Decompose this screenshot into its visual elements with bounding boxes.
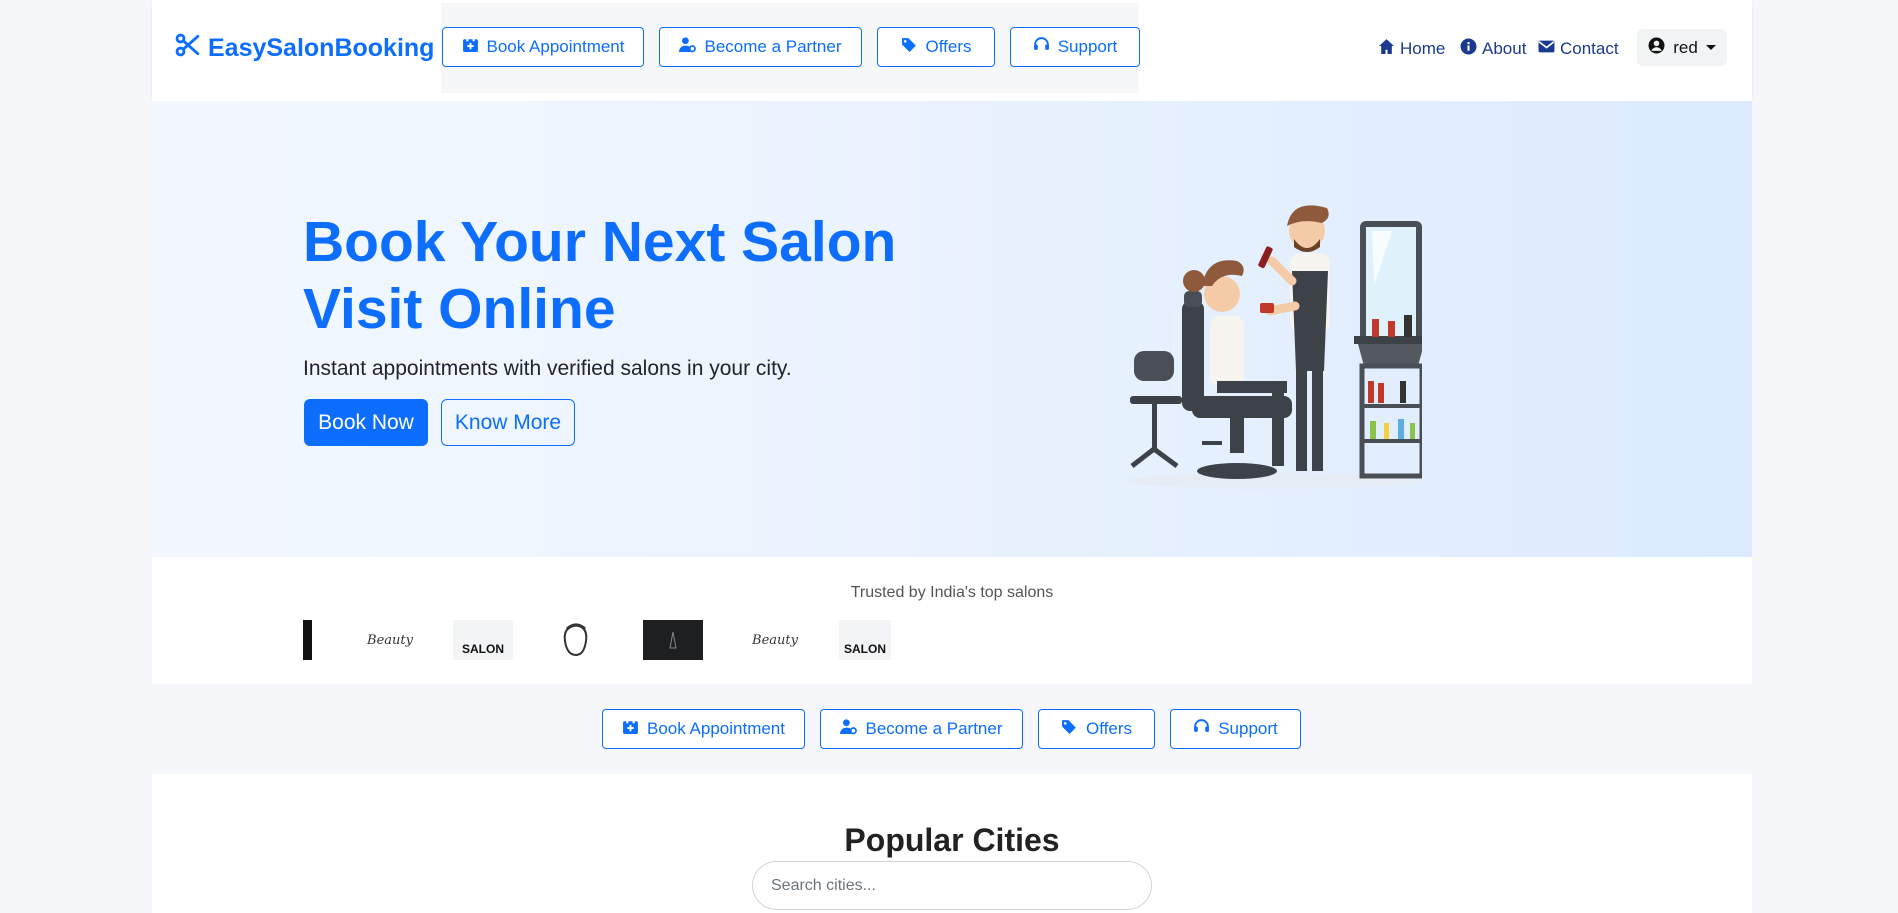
headset-icon	[1033, 36, 1050, 58]
hero-subtitle: Instant appointments with verified salon…	[303, 357, 792, 380]
user-dropdown[interactable]: red	[1637, 29, 1727, 66]
headset-icon	[1193, 718, 1210, 740]
partner-logo-dark	[643, 620, 703, 660]
book-appointment-button-2[interactable]: Book Appointment	[602, 709, 805, 749]
brand-name: EasySalonBooking	[208, 34, 435, 62]
user-gear-icon	[679, 36, 697, 58]
know-more-button[interactable]: Know More	[441, 399, 575, 446]
offers-button-2[interactable]: Offers	[1038, 709, 1155, 749]
calendar-plus-icon	[622, 718, 639, 740]
scissors-icon	[174, 32, 200, 65]
book-now-button[interactable]: Book Now	[304, 399, 428, 446]
partner-logo-face	[556, 620, 596, 660]
support-button[interactable]: Support	[1010, 27, 1140, 67]
partner-logo-salon: SALON	[453, 620, 513, 660]
hero-section: Book Your Next Salon Visit Online Instan…	[152, 101, 1752, 557]
user-gear-icon	[840, 718, 858, 740]
become-partner-button-2[interactable]: Become a Partner	[820, 709, 1023, 749]
salon-illustration	[1127, 205, 1422, 489]
tags-icon	[901, 36, 918, 58]
partner-logo-beauty-2: Beauty	[752, 632, 798, 648]
partner-logo-salon-2: SALON	[839, 620, 891, 660]
brand-logo[interactable]: EasySalonBooking	[174, 32, 434, 65]
user-circle-icon	[1648, 37, 1665, 59]
user-name: red	[1673, 37, 1698, 57]
nav-contact-link[interactable]: Contact	[1538, 38, 1619, 60]
book-appointment-button[interactable]: Book Appointment	[442, 27, 644, 67]
partner-logo-beauty: Beauty	[367, 632, 413, 648]
popular-cities-title: Popular Cities	[844, 822, 1060, 858]
hero-title: Book Your Next Salon Visit Online	[303, 210, 897, 341]
navbar: EasySalonBooking Book Appointment Become…	[152, 0, 1752, 101]
calendar-plus-icon	[462, 36, 479, 58]
support-button-2[interactable]: Support	[1170, 709, 1301, 749]
trusted-by-section: Trusted by India's top salons Beauty SAL…	[152, 557, 1752, 684]
quick-actions-bar: Book Appointment Become a Partner Offers…	[441, 3, 1140, 93]
popular-cities-section: Popular Cities	[152, 774, 1752, 913]
tags-icon	[1061, 718, 1078, 740]
home-icon	[1378, 38, 1395, 60]
search-cities-input[interactable]	[752, 861, 1152, 910]
partner-logo	[303, 620, 312, 660]
envelope-icon	[1538, 38, 1555, 60]
offers-button[interactable]: Offers	[877, 27, 995, 67]
info-circle-icon	[1460, 38, 1477, 60]
trusted-by-text: Trusted by India's top salons	[850, 584, 1054, 601]
nav-home-link[interactable]: Home	[1378, 38, 1445, 60]
become-partner-button[interactable]: Become a Partner	[659, 27, 862, 67]
nav-about-link[interactable]: About	[1460, 38, 1526, 60]
chevron-down-icon	[1705, 45, 1716, 50]
